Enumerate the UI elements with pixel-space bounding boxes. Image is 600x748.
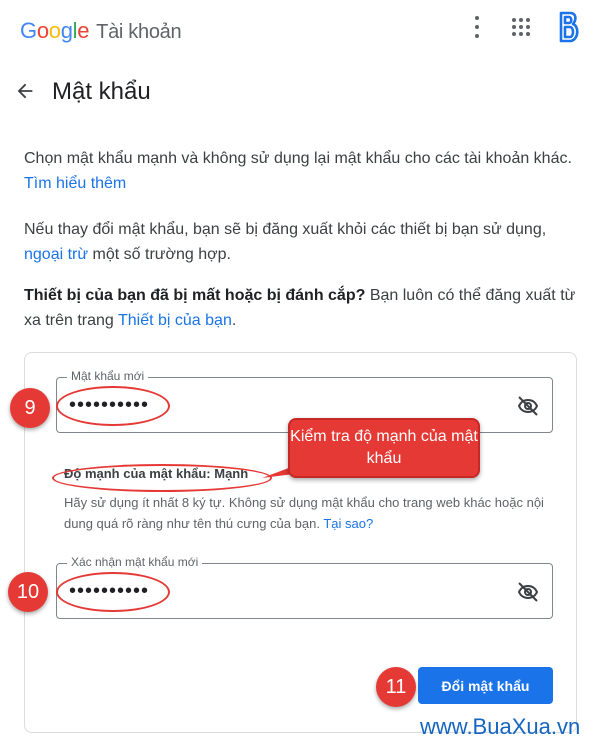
logo-letter: o (48, 18, 61, 43)
password-hint: Hãy sử dụng ít nhất 8 ký tự. Không sử dụ… (64, 492, 544, 534)
lost-device-paragraph: Thiết bị của bạn đã bị mất hoặc bị đánh … (24, 283, 584, 333)
logo-letter: e (77, 18, 90, 43)
visibility-off-icon[interactable] (516, 580, 540, 604)
new-password-label: Mật khẩu mới (67, 369, 149, 383)
highlight-strength (52, 464, 272, 492)
your-devices-link[interactable]: Thiết bị của bạn (118, 312, 232, 329)
visibility-off-icon[interactable] (516, 394, 540, 418)
step-badge-9: 9 (10, 388, 50, 428)
change-password-button[interactable]: Đổi mật khẩu (418, 667, 553, 704)
learn-more-link[interactable]: Tìm hiểu thêm (24, 175, 126, 192)
more-vert-icon[interactable] (470, 14, 484, 40)
google-logo: Google Tài khoản (20, 18, 182, 44)
page-title: Mật khẩu (52, 78, 151, 105)
step-badge-10: 10 (8, 572, 48, 612)
logo-letter: G (20, 18, 37, 43)
lost-device-end: . (231, 312, 237, 329)
highlight-new-password (56, 386, 170, 426)
intro-text: Chọn mật khẩu mạnh và không sử dụng lại … (24, 150, 572, 167)
strength-callout: Kiểm tra độ mạnh của mật khẩu (288, 418, 480, 478)
signout-text: Nếu thay đổi mật khẩu, bạn sẽ bị đăng xu… (24, 221, 547, 238)
logo-letter: g (60, 18, 73, 43)
logo-letter: o (36, 18, 49, 43)
product-name: Tài khoản (96, 21, 182, 43)
arrow-back-icon[interactable] (14, 80, 36, 102)
apps-grid-icon[interactable] (512, 18, 530, 36)
lost-device-question: Thiết bị của bạn đã bị mất hoặc bị đánh … (24, 287, 366, 304)
why-link[interactable]: Tại sao? (323, 516, 373, 531)
signout-text-end: một số trường hợp. (92, 246, 231, 263)
hint-text: Hãy sử dụng ít nhất 8 ký tự. Không sử dụ… (64, 495, 544, 531)
step-badge-11: 11 (376, 667, 416, 707)
except-link[interactable]: ngoại trừ (24, 246, 88, 263)
confirm-password-label: Xác nhận mật khẩu mới (67, 555, 203, 569)
account-avatar-icon[interactable] (556, 10, 582, 44)
signout-paragraph: Nếu thay đổi mật khẩu, bạn sẽ bị đăng xu… (24, 217, 584, 267)
watermark: www.BuaXua.vn (420, 714, 581, 739)
highlight-confirm-password (56, 572, 170, 612)
intro-paragraph: Chọn mật khẩu mạnh và không sử dụng lại … (24, 146, 584, 196)
